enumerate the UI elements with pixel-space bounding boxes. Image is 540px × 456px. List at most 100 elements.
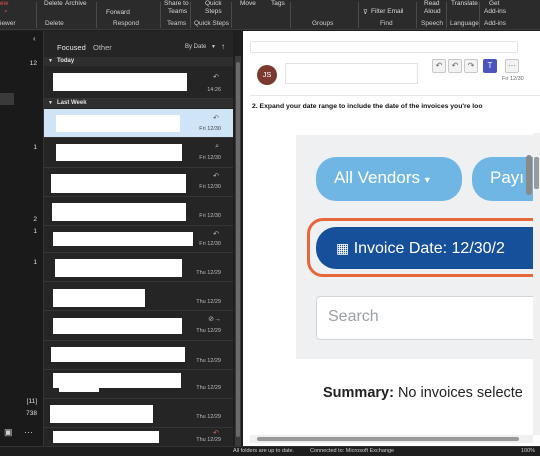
list-item[interactable]: Thu 12/29 — [44, 370, 233, 399]
reply-icon: ↶ — [213, 115, 219, 122]
group-teams: Teams — [167, 20, 187, 27]
ribbon-separator — [479, 2, 480, 28]
reply-icon: ↶ — [213, 74, 219, 81]
search-people-icon[interactable]: ⌕ — [4, 8, 8, 16]
redacted-preview — [51, 347, 185, 362]
delete-button[interactable]: Delete — [44, 0, 63, 7]
forward-icon: ↷ — [467, 61, 475, 70]
ribbon-separator — [358, 2, 359, 28]
redacted-preview — [53, 373, 181, 388]
tab-focused[interactable]: Focused — [57, 43, 86, 52]
filter-email-button[interactable]: Filter Email — [371, 8, 404, 15]
collapse-chevron-icon[interactable]: ‹ — [33, 34, 36, 43]
redacted-preview — [53, 431, 159, 443]
redacted-preview — [56, 144, 182, 161]
message-date: Fri 12/30 — [502, 76, 524, 82]
translate-button[interactable]: Translate — [451, 0, 478, 7]
ribbon-separator — [231, 2, 232, 28]
list-item[interactable]: ⌕ Fri 12/30 — [44, 138, 233, 168]
reply-icon: ↶ — [435, 61, 443, 70]
read-aloud-button[interactable]: Read — [424, 0, 440, 7]
invoice-date-label: Invoice Date: 12/30/2 — [353, 240, 505, 257]
folder-unread-count: 2 — [33, 216, 37, 223]
list-item[interactable]: ↶ Thu 12/29 — [44, 428, 233, 446]
list-item[interactable]: Thu 12/29 — [44, 253, 233, 282]
more-actions-button[interactable]: ··· — [505, 59, 519, 73]
get-addins-label[interactable]: Add-ins — [484, 8, 506, 15]
list-item[interactable]: ⊘→ Thu 12/29 — [44, 311, 233, 341]
forward-button[interactable]: Forward — [106, 9, 130, 16]
share-to-teams-button[interactable]: Share to — [164, 0, 189, 7]
summary-label: Summary: — [323, 385, 394, 401]
scrollbar-thumb[interactable] — [257, 437, 519, 441]
tab-other[interactable]: Other — [93, 43, 112, 52]
message-time: Fri 12/30 — [199, 126, 221, 132]
group-quick-steps: Quick Steps — [194, 20, 230, 27]
forward-button[interactable]: ↷ — [464, 59, 478, 73]
reply-button[interactable]: ↶ — [432, 59, 446, 73]
paperclip-forward-icon: ⊘→ — [208, 316, 221, 323]
scrollbar-thumb[interactable] — [534, 157, 539, 189]
summary-text: No invoices selecte — [393, 385, 523, 401]
section-label: Last Week — [57, 100, 87, 106]
zoom-level[interactable]: 100% — [521, 448, 535, 454]
redacted-preview — [50, 405, 153, 423]
folder-navigation: 12 1 2 1 1 [11] 738 ▣ ··· — [0, 31, 44, 446]
tags-button[interactable]: Tags — [271, 0, 285, 7]
ribbon-separator — [36, 2, 37, 28]
reply-all-button[interactable]: ↶ — [448, 59, 462, 73]
chevron-down-icon[interactable]: ▼ — [211, 44, 216, 50]
list-item-selected[interactable]: ↶ Fri 12/30 — [44, 109, 233, 138]
redacted-preview — [59, 387, 99, 392]
summary-line: Summary: No invoices selecte — [323, 385, 523, 401]
sort-direction-arrow-icon[interactable]: ↑ — [221, 42, 225, 51]
read-aloud-label[interactable]: Aloud — [424, 8, 441, 15]
redacted-subject — [250, 41, 518, 53]
list-item[interactable]: ↶ 14:26 — [44, 67, 233, 99]
scrollbar-thumb[interactable] — [236, 62, 240, 437]
list-item[interactable]: Thu 12/29 — [44, 341, 233, 370]
more-apps-icon[interactable]: ··· — [24, 427, 33, 437]
list-item[interactable]: Thu 12/29 — [44, 399, 233, 428]
ribbon-separator — [446, 2, 447, 28]
move-button[interactable]: Move — [240, 0, 256, 7]
folder-unread-count: 738 — [26, 410, 37, 417]
list-item[interactable]: Fri 12/30 — [44, 197, 233, 226]
instruction-step: 2. Expand your date range to include the… — [252, 103, 483, 110]
search-input[interactable]: Search — [316, 296, 540, 340]
archive-button[interactable]: Archive — [65, 0, 87, 7]
message-time: Fri 12/30 — [199, 184, 221, 190]
sort-by-date-dropdown[interactable]: By Date — [185, 44, 206, 50]
horizontal-scrollbar[interactable] — [250, 435, 533, 443]
message-time: Fri 12/30 — [199, 155, 221, 161]
list-item[interactable]: Thu 12/29 — [44, 282, 233, 311]
invoice-date-button[interactable]: ▦ Invoice Date: 12/30/2 — [316, 227, 540, 269]
section-today[interactable]: Today — [44, 57, 233, 66]
all-vendors-button[interactable]: All Vendors ▾ — [316, 157, 462, 201]
teams-button[interactable]: T — [483, 59, 497, 73]
chevron-down-icon[interactable]: ▼ — [48, 58, 53, 64]
ribbon-new-icon[interactable]: ew — [0, 0, 8, 7]
redacted-preview — [53, 232, 193, 246]
message-time: 14:26 — [207, 87, 221, 93]
avatar[interactable]: JS — [257, 65, 277, 85]
quick-steps-label[interactable]: Steps — [205, 8, 222, 15]
share-to-teams-label[interactable]: Teams — [168, 8, 187, 15]
tasks-icon[interactable]: ▣ — [4, 427, 13, 438]
quick-steps-button[interactable]: Quick — [205, 0, 222, 7]
list-item[interactable]: ↶ Fri 12/30 — [44, 168, 233, 197]
reading-pane-scrollbar[interactable] — [533, 133, 540, 435]
reading-pane: JS ↶ ↶ ↷ T ··· Fri 12/30 2. Expand your … — [243, 31, 540, 446]
group-language: Language — [450, 20, 479, 27]
section-last-week[interactable]: Last Week — [44, 99, 233, 108]
chevron-down-icon: ▾ — [424, 175, 430, 186]
message-list-scrollbar[interactable] — [235, 56, 241, 446]
list-item[interactable]: ↶ Fri 12/30 — [44, 226, 233, 253]
redacted-preview — [52, 203, 186, 221]
reply-icon: ↶ — [213, 231, 219, 238]
chevron-down-icon[interactable]: ▼ — [48, 100, 53, 106]
ribbon-separator — [190, 2, 191, 28]
message-list: ‹ Focused Other By Date ▼ ↑ Today ▼ ↶ 14… — [33, 31, 233, 446]
group-groups: Groups — [312, 20, 334, 27]
get-addins-button[interactable]: Get — [489, 0, 499, 7]
